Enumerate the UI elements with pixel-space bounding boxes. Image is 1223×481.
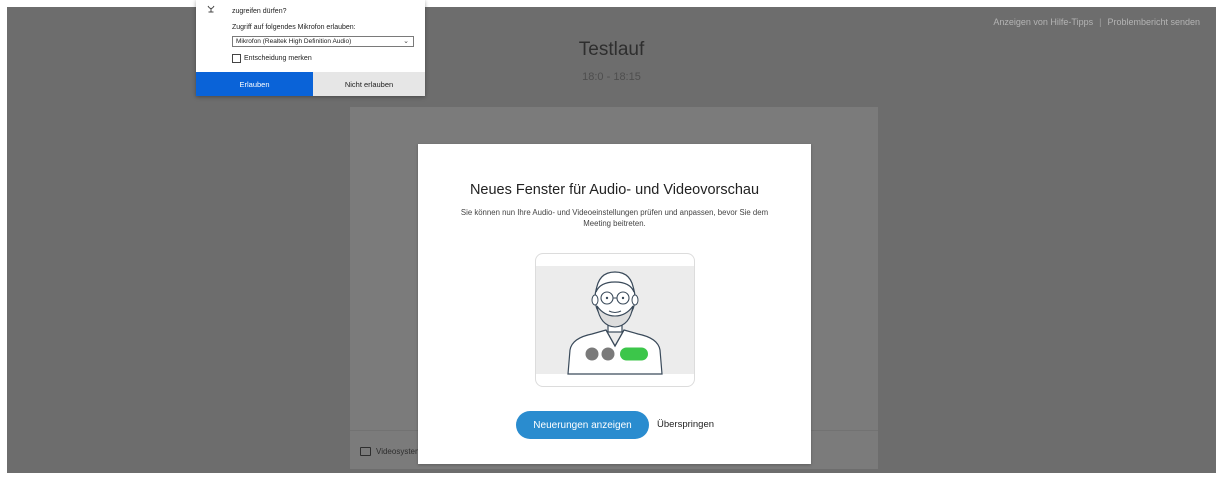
whats-new-dialog: Neues Fenster für Audio- und Videovorsch… — [418, 144, 811, 464]
video-system-button[interactable]: Videosystem — [360, 447, 422, 456]
cast-icon — [360, 447, 371, 456]
problem-report-link[interactable]: Problembericht senden — [1107, 17, 1200, 27]
meeting-time: 18:0 - 18:15 — [582, 71, 641, 83]
deny-button[interactable]: Nicht erlauben — [313, 72, 425, 96]
microphone-select[interactable]: Mikrofon (Realtek High Definition Audio)… — [232, 36, 414, 47]
microphone-icon — [206, 0, 216, 13]
help-tips-link[interactable]: Anzeigen von Hilfe-Tipps — [993, 17, 1093, 27]
skip-link[interactable]: Überspringen — [657, 419, 714, 430]
selected-device: Mikrofon (Realtek High Definition Audio) — [236, 38, 352, 45]
person-illustration-icon — [536, 266, 694, 375]
permission-question: zugreifen dürfen? — [232, 8, 287, 15]
video-system-label: Videosystem — [376, 447, 422, 456]
dialog-description: Sie können nun Ihre Audio- und Videoeins… — [460, 208, 769, 228]
header-links: Anzeigen von Hilfe-Tipps | Problembericht … — [993, 17, 1200, 27]
checkbox-box — [232, 54, 241, 63]
dialog-title: Neues Fenster für Audio- und Videovorsch… — [469, 182, 760, 198]
meeting-title: Testlauf — [578, 39, 645, 60]
remember-decision-label: Entscheidung merken — [244, 55, 312, 62]
chevron-down-icon: ⌄ — [403, 38, 409, 45]
header-separator: | — [1099, 17, 1102, 27]
microphone-permission-popup: zugreifen dürfen? Zugriff auf folgendes … — [196, 0, 425, 96]
allow-button[interactable]: Erlauben — [196, 72, 313, 96]
remember-decision-checkbox[interactable]: Entscheidung merken — [232, 54, 312, 63]
preview-illustration — [535, 253, 695, 387]
microphone-select-label: Zugriff auf folgendes Mikrofon erlauben: — [232, 24, 356, 31]
show-whats-new-button[interactable]: Neuerungen anzeigen — [516, 411, 649, 439]
